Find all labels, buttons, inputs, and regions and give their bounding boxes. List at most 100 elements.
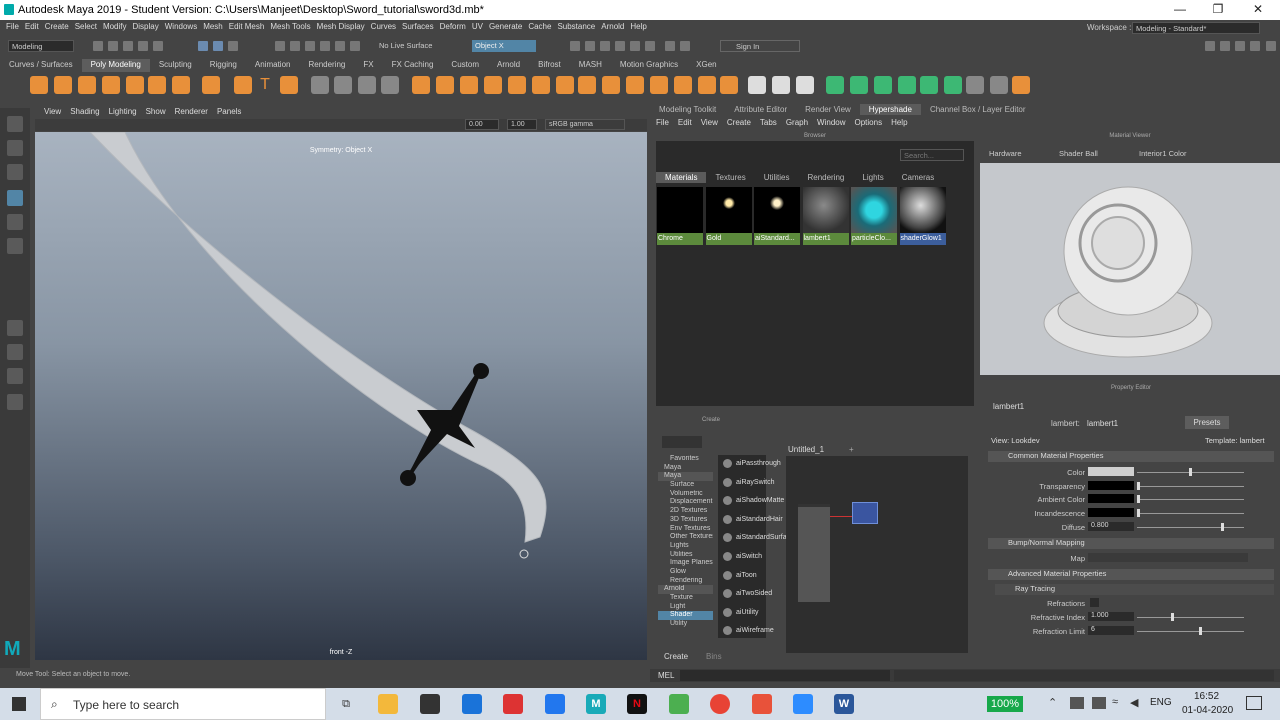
graph-tab[interactable]: Untitled_1 — [788, 445, 824, 454]
sign-in-button[interactable]: Sign In — [720, 40, 800, 52]
menu-cache[interactable]: Cache — [528, 22, 551, 31]
menu-surfaces[interactable]: Surfaces — [402, 22, 434, 31]
type-tool-icon[interactable]: T — [256, 76, 274, 94]
diffuse-slider-handle[interactable] — [1221, 523, 1224, 531]
append-polygon-icon[interactable] — [626, 76, 644, 94]
viewport-menu-panels[interactable]: Panels — [217, 107, 241, 118]
refraction-limit-field[interactable]: 6 — [1088, 626, 1134, 635]
tree-item[interactable]: 3D Textures — [658, 516, 713, 525]
hypershade-icon[interactable] — [630, 41, 640, 51]
create-node-item[interactable]: aiShadowMatte — [718, 492, 784, 511]
exposure-field[interactable]: 0.00 — [465, 119, 499, 130]
tree-item[interactable]: Volumetric — [658, 490, 713, 499]
gamma-field[interactable]: 1.00 — [507, 119, 537, 130]
browser-tab-materials[interactable]: Materials — [656, 172, 707, 183]
right-tab-render-view[interactable]: Render View — [796, 104, 860, 115]
incandescence-swatch[interactable] — [1088, 508, 1134, 517]
boolean-union-icon[interactable] — [484, 76, 502, 94]
task-view-icon[interactable]: ⧉ — [336, 694, 356, 714]
hypershade-menu-help[interactable]: Help — [891, 118, 907, 127]
zoom-icon[interactable] — [793, 694, 813, 714]
separate-icon[interactable] — [358, 76, 376, 94]
tree-item[interactable]: 2D Textures — [658, 507, 713, 516]
poly-torus-icon[interactable] — [126, 76, 144, 94]
create-node-item[interactable]: aiSwitch — [718, 548, 766, 567]
lasso-tool-icon[interactable] — [7, 140, 23, 156]
camera-based-uv-icon[interactable] — [920, 76, 938, 94]
shelf-tab-bifrost[interactable]: Bifrost — [529, 59, 570, 72]
tree-item[interactable]: Lights — [658, 542, 713, 551]
hypershade-menu-edit[interactable]: Edit — [678, 118, 692, 127]
browser-tab-lights[interactable]: Lights — [853, 172, 892, 183]
select-tool-icon[interactable] — [7, 116, 23, 132]
tree-item[interactable]: Light — [658, 603, 713, 612]
menu-help[interactable]: Help — [630, 22, 646, 31]
transparency-swatch[interactable] — [1088, 481, 1134, 490]
tree-item[interactable]: Image Planes — [658, 559, 713, 568]
scale-tool-icon[interactable] — [7, 238, 23, 254]
chrome-icon[interactable] — [710, 694, 730, 714]
poly-disc-icon[interactable] — [172, 76, 190, 94]
sweep-mesh-icon[interactable] — [234, 76, 252, 94]
menu-edit[interactable]: Edit — [25, 22, 39, 31]
undo-icon[interactable] — [138, 41, 148, 51]
tree-item[interactable]: Displacement — [658, 498, 713, 507]
clock-time[interactable]: 16:52 — [1194, 691, 1219, 702]
mel-input[interactable] — [680, 670, 890, 681]
extrude-icon[interactable] — [412, 76, 430, 94]
network-icon[interactable] — [1070, 697, 1084, 709]
tree-item[interactable]: Glow — [658, 568, 713, 577]
advanced-material-section[interactable]: Advanced Material Properties — [988, 569, 1274, 580]
sew-uv-icon[interactable] — [990, 76, 1008, 94]
arnold-render-icon[interactable] — [665, 41, 675, 51]
target-weld-icon[interactable] — [720, 76, 738, 94]
presets-button[interactable]: Presets — [1185, 416, 1229, 429]
transparency-slider-handle[interactable] — [1137, 482, 1140, 490]
create-node-item[interactable]: aiRaySwitch — [718, 474, 775, 493]
hypershade-menu-file[interactable]: File — [656, 118, 669, 127]
windows-start-icon[interactable] — [12, 697, 26, 711]
recorder-icon[interactable] — [752, 694, 772, 714]
diffuse-field[interactable]: 0.800 — [1088, 522, 1134, 531]
attribute-editor-icon[interactable] — [1220, 41, 1230, 51]
paint-select-icon[interactable] — [7, 164, 23, 180]
transparency-slider[interactable] — [1137, 486, 1244, 487]
material-node[interactable] — [852, 502, 878, 524]
menu-mesh-display[interactable]: Mesh Display — [317, 22, 365, 31]
bins-bottom-tab[interactable]: Bins — [706, 652, 722, 661]
tree-item[interactable]: Arnold — [658, 585, 713, 594]
clock-date[interactable]: 01-04-2020 — [1182, 705, 1233, 716]
create-node-item[interactable]: aiUtility — [718, 604, 766, 623]
connect-icon[interactable] — [796, 76, 814, 94]
node-graph[interactable] — [786, 456, 968, 653]
poly-sphere-icon[interactable] — [30, 76, 48, 94]
live-surface-dropdown[interactable]: No Live Surface — [376, 40, 456, 52]
restore-icon[interactable]: ❐ — [1198, 2, 1238, 16]
right-tab-channel-box-layer-editor[interactable]: Channel Box / Layer Editor — [921, 104, 1035, 115]
ambient-swatch[interactable] — [1088, 494, 1134, 503]
symmetry-object-field[interactable]: Object X — [472, 40, 536, 52]
browser-search[interactable]: Search... — [900, 149, 964, 161]
shading-group-node[interactable] — [798, 504, 830, 602]
menu-display[interactable]: Display — [133, 22, 159, 31]
viewport-menu-show[interactable]: Show — [146, 107, 166, 118]
add-graph-tab[interactable]: + — [849, 445, 854, 454]
menu-deform[interactable]: Deform — [440, 22, 466, 31]
taskbar-search[interactable]: ⌕ Type here to search — [40, 688, 326, 720]
render-settings-icon[interactable] — [615, 41, 625, 51]
volume-icon[interactable]: ◀ — [1130, 696, 1138, 709]
new-scene-icon[interactable] — [93, 41, 103, 51]
quadrangulate-icon[interactable] — [674, 76, 692, 94]
material-swatch[interactable]: particleClo... — [851, 187, 897, 245]
merge-icon[interactable] — [602, 76, 620, 94]
menu-substance[interactable]: Substance — [557, 22, 595, 31]
material-swatch[interactable]: Gold — [705, 187, 752, 245]
refraction-limit-slider-handle[interactable] — [1199, 627, 1202, 635]
viewport-menu-shading[interactable]: Shading — [70, 107, 99, 118]
ray-tracing-section[interactable]: Ray Tracing — [995, 584, 1274, 595]
refractive-index-slider[interactable] — [1137, 617, 1244, 618]
sword-model[interactable] — [35, 132, 647, 660]
rotate-tool-icon[interactable] — [7, 214, 23, 230]
incandescence-slider-handle[interactable] — [1137, 509, 1140, 517]
layout-toggle-icon[interactable] — [7, 368, 23, 384]
